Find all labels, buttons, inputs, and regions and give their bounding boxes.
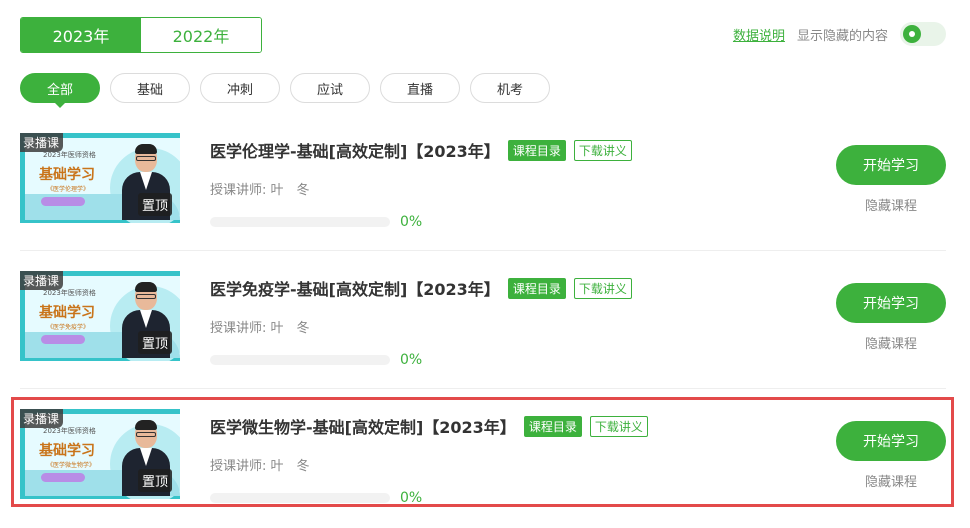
catalog-tag[interactable]: 课程目录 xyxy=(523,415,582,437)
download-notes-tag[interactable]: 下载讲义 xyxy=(573,277,632,299)
show-hidden-toggle[interactable] xyxy=(900,22,946,46)
course-info: 医学微生物学-基础[高效定制]【2023年】 课程目录 下载讲义 授课讲师: 叶… xyxy=(210,409,648,506)
category-filters: 全部 基础 冲刺 应试 直播 机考 xyxy=(20,73,550,108)
course-row: 2023年医师资格 基础学习 《医学免疫学》 录播课 置顶 医学免疫学-基础[高… xyxy=(20,271,946,389)
teacher-name: 授课讲师: 叶 冬 xyxy=(210,459,310,474)
filter-all[interactable]: 全部 xyxy=(20,73,100,108)
progress-text: 0% xyxy=(400,214,423,230)
year-tabs: 2023年 2022年 xyxy=(20,17,262,53)
course-title[interactable]: 医学免疫学-基础[高效定制]【2023年】 xyxy=(210,276,500,300)
course-title[interactable]: 医学伦理学-基础[高效定制]【2023年】 xyxy=(210,138,500,162)
recorded-badge: 录播课 xyxy=(20,271,64,290)
data-explanation-link[interactable]: 数据说明 xyxy=(733,25,785,44)
pin-badge[interactable]: 置顶 xyxy=(138,331,173,354)
thumb-subject: 《医学微生物学》 xyxy=(47,462,96,469)
top-right-controls: 数据说明 显示隐藏的内容 xyxy=(733,22,946,46)
recorded-badge: 录播课 xyxy=(20,133,64,152)
course-actions: 开始学习 隐藏课程 xyxy=(836,283,946,352)
course-info: 医学免疫学-基础[高效定制]【2023年】 课程目录 下载讲义 授课讲师: 叶 … xyxy=(210,271,632,368)
filter-live[interactable]: 直播 xyxy=(380,73,460,103)
show-hidden-label: 显示隐藏的内容 xyxy=(796,28,888,44)
course-info: 医学伦理学-基础[高效定制]【2023年】 课程目录 下载讲义 授课讲师: 叶 … xyxy=(210,133,632,230)
tab-2022[interactable]: 2022年 xyxy=(141,18,261,52)
course-title[interactable]: 医学微生物学-基础[高效定制]【2023年】 xyxy=(210,414,516,438)
start-learning-button[interactable]: 开始学习 xyxy=(836,421,946,461)
thumb-title: 基础学习 xyxy=(39,443,95,459)
hide-course-link[interactable]: 隐藏课程 xyxy=(865,333,917,352)
tab-2023[interactable]: 2023年 xyxy=(21,18,141,52)
catalog-tag[interactable]: 课程目录 xyxy=(507,277,566,299)
course-thumbnail[interactable]: 2023年医师资格 基础学习 《医学免疫学》 录播课 置顶 xyxy=(20,271,180,361)
pin-badge[interactable]: 置顶 xyxy=(138,469,173,492)
course-thumbnail[interactable]: 2023年医师资格 基础学习 《医学伦理学》 录播课 置顶 xyxy=(20,133,180,223)
progress-bar xyxy=(210,493,390,503)
thumb-decor-button xyxy=(41,335,85,344)
progress-bar xyxy=(210,217,390,227)
filter-basic[interactable]: 基础 xyxy=(110,73,190,103)
recorded-badge: 录播课 xyxy=(20,409,64,428)
toggle-knob xyxy=(903,25,921,43)
start-learning-button[interactable]: 开始学习 xyxy=(836,283,946,323)
course-actions: 开始学习 隐藏课程 xyxy=(836,145,946,214)
thumb-decor-button xyxy=(41,197,85,206)
course-row: 2023年医师资格 基础学习 《医学微生物学》 录播课 置顶 医学微生物学-基础… xyxy=(20,409,946,509)
teacher-name: 授课讲师: 叶 冬 xyxy=(210,321,310,336)
teacher-name: 授课讲师: 叶 冬 xyxy=(210,183,310,198)
thumb-title: 基础学习 xyxy=(39,167,95,183)
course-row: 2023年医师资格 基础学习 《医学伦理学》 录播课 置顶 医学伦理学-基础[高… xyxy=(20,133,946,251)
hide-course-link[interactable]: 隐藏课程 xyxy=(865,471,917,490)
thumb-decor-button xyxy=(41,473,85,482)
course-thumbnail[interactable]: 2023年医师资格 基础学习 《医学微生物学》 录播课 置顶 xyxy=(20,409,180,499)
catalog-tag[interactable]: 课程目录 xyxy=(507,139,566,161)
filter-sprint[interactable]: 冲刺 xyxy=(200,73,280,103)
thumb-subject: 《医学伦理学》 xyxy=(47,186,90,193)
start-learning-button[interactable]: 开始学习 xyxy=(836,145,946,185)
download-notes-tag[interactable]: 下载讲义 xyxy=(589,415,648,437)
hide-course-link[interactable]: 隐藏课程 xyxy=(865,195,917,214)
filter-exam[interactable]: 应试 xyxy=(290,73,370,103)
filter-computer-exam[interactable]: 机考 xyxy=(470,73,550,103)
course-actions: 开始学习 隐藏课程 xyxy=(836,421,946,490)
thumb-title: 基础学习 xyxy=(39,305,95,321)
progress-bar xyxy=(210,355,390,365)
thumb-subject: 《医学免疫学》 xyxy=(47,324,90,331)
progress-text: 0% xyxy=(400,352,423,368)
download-notes-tag[interactable]: 下载讲义 xyxy=(573,139,632,161)
progress-text: 0% xyxy=(400,490,423,506)
pin-badge[interactable]: 置顶 xyxy=(138,193,173,216)
